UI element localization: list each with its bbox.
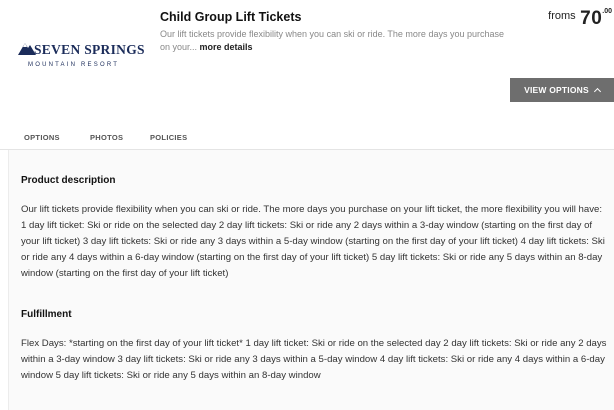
fulfillment-body: Flex Days: *starting on the first day of…: [21, 338, 607, 381]
price-prefix: froms: [548, 10, 576, 22]
product-title: Child Group Lift Tickets: [160, 10, 302, 24]
price-cents: .00: [602, 8, 612, 15]
product-short-description: Our lift tickets provide flexibility whe…: [160, 28, 510, 53]
product-description-body: Our lift tickets provide flexibility whe…: [21, 204, 605, 279]
logo-brand-text: SEVEN SPRINGS: [34, 42, 145, 57]
details-panel: Product description Our lift tickets pro…: [8, 150, 614, 410]
logo-subtitle-text: MOUNTAIN RESORT: [28, 62, 120, 68]
tab-bar: OPTIONS PHOTOS POLICIES: [0, 126, 614, 150]
chevron-up-icon: [593, 87, 601, 96]
price-amount: 70: [580, 8, 603, 29]
tab-options[interactable]: OPTIONS: [24, 133, 60, 142]
price-display: froms 70.00: [548, 8, 612, 30]
view-options-button[interactable]: VIEW OPTIONS: [510, 78, 614, 102]
more-details-link[interactable]: more details: [200, 42, 253, 52]
product-description-heading: Product description: [21, 175, 116, 186]
seven-springs-logo: SEVEN SPRINGS MOUNTAIN RESORT: [18, 38, 145, 72]
fulfillment-heading: Fulfillment: [21, 309, 72, 320]
view-options-label: VIEW OPTIONS: [524, 85, 589, 95]
tab-photos[interactable]: PHOTOS: [90, 133, 123, 142]
tab-policies[interactable]: POLICIES: [150, 133, 187, 142]
